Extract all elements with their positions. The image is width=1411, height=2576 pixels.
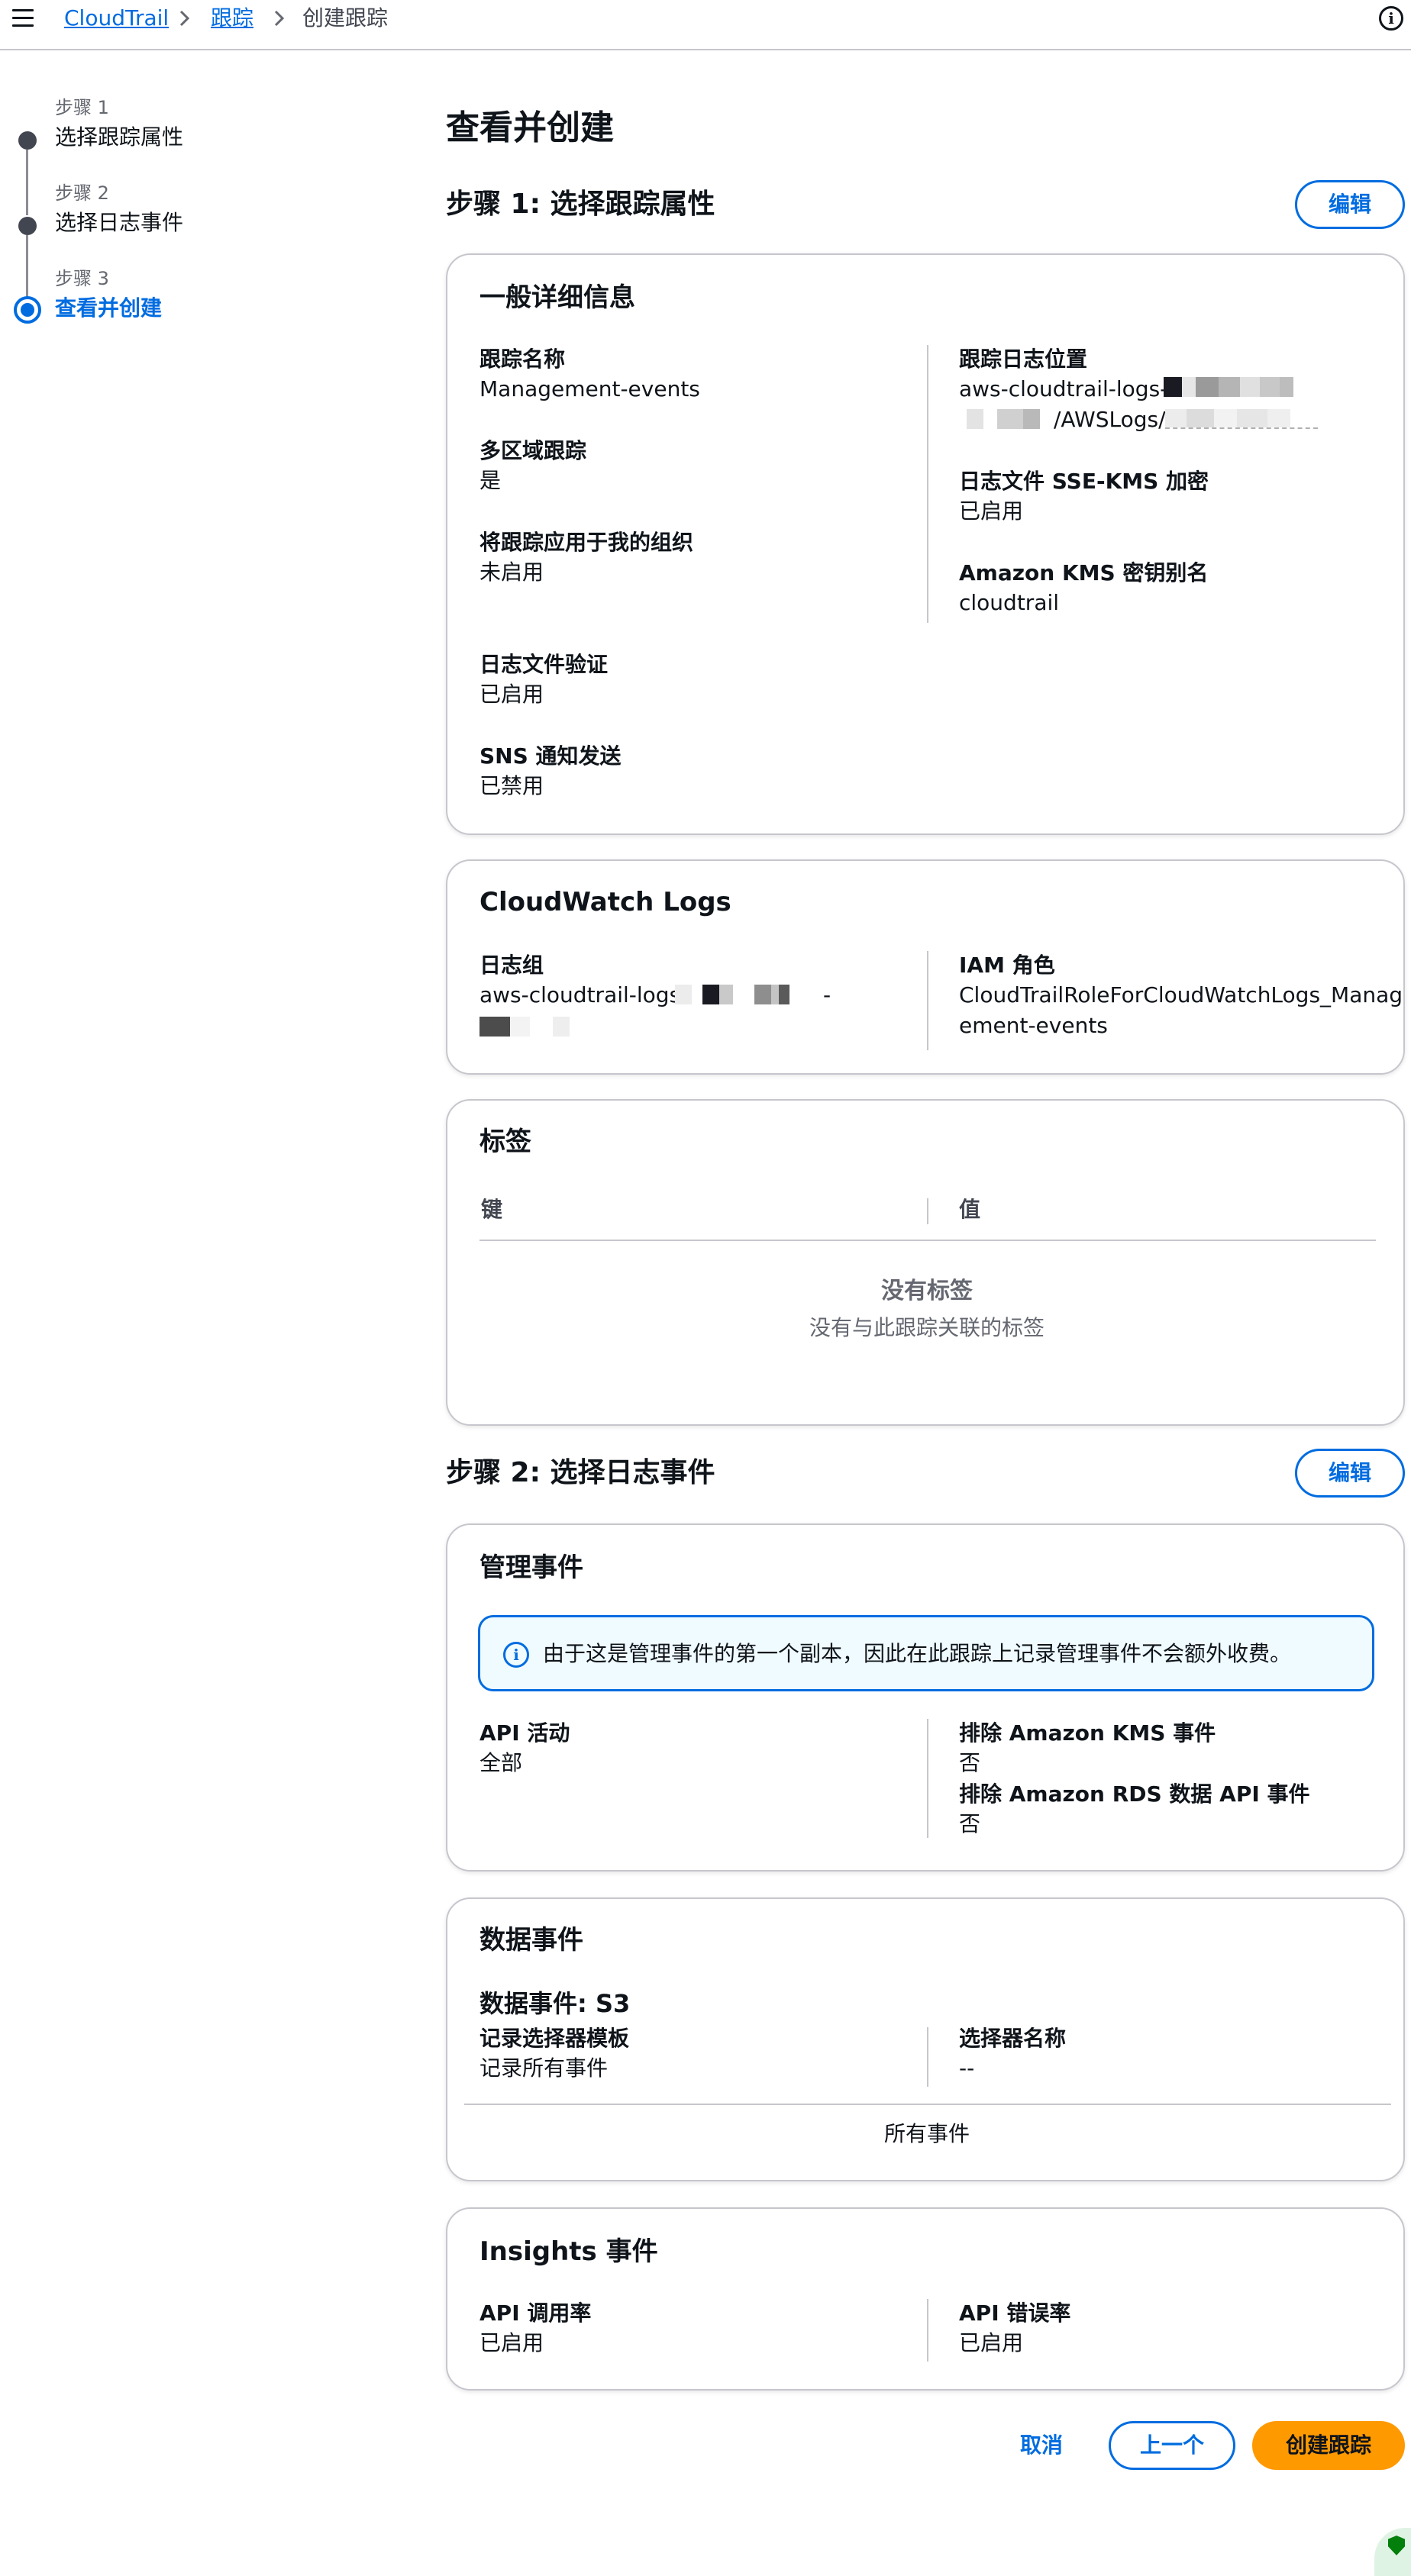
trail-name-label: 跟踪名称	[479, 347, 566, 372]
exclude-kms-label: 排除 Amazon KMS 事件	[959, 1720, 1216, 1746]
row-divider	[464, 2104, 1391, 2105]
breadcrumb-trails[interactable]: 跟踪	[211, 5, 253, 32]
step-3-number: 步骤 3	[55, 268, 109, 289]
cancel-button[interactable]: 取消	[1020, 2421, 1063, 2470]
chevron-right-icon	[274, 10, 285, 27]
card-title: CloudWatch Logs	[479, 887, 731, 917]
selector-name-label: 选择器名称	[959, 2026, 1067, 2051]
log-validation-label: 日志文件验证	[479, 652, 609, 677]
sse-kms-value: 已启用	[959, 498, 1024, 524]
step-1-indicator	[18, 131, 37, 150]
table-header-divider	[479, 1240, 1376, 1241]
alert-message: 由于这是管理事件的第一个副本，因此在此跟踪上记录管理事件不会额外收费。	[543, 1641, 1292, 1666]
shield-icon[interactable]	[1374, 2528, 1411, 2576]
selector-template-label: 记录选择器模板	[479, 2026, 630, 2051]
data-events-subtitle: 数据事件: S3	[479, 1989, 631, 2018]
empty-state-description: 没有与此跟踪关联的标签	[809, 1315, 1045, 1340]
info-icon: i	[503, 1642, 529, 1668]
step-2-heading: 步骤 2: 选择日志事件	[446, 1457, 715, 1488]
column-divider	[927, 2027, 928, 2087]
redacted-text	[967, 409, 1040, 429]
log-location-label: 跟踪日志位置	[959, 347, 1088, 372]
menu-icon[interactable]	[12, 8, 35, 29]
sns-label: SNS 通知发送	[479, 743, 622, 769]
step-connector	[26, 150, 28, 215]
selector-template-value: 记录所有事件	[479, 2055, 609, 2081]
info-icon[interactable]: i	[1379, 6, 1403, 31]
sse-kms-label: 日志文件 SSE-KMS 加密	[959, 469, 1209, 494]
step-2-indicator	[18, 217, 37, 235]
step-1-link[interactable]: 选择跟踪属性	[55, 124, 183, 151]
iam-role-line-2: ement-events	[959, 1013, 1108, 1038]
edit-step-2-button[interactable]: 编辑	[1295, 1449, 1405, 1498]
info-alert: i 由于这是管理事件的第一个副本，因此在此跟踪上记录管理事件不会额外收费。	[478, 1615, 1374, 1691]
redacted-text	[479, 1017, 570, 1037]
card-title: Insights 事件	[479, 2236, 658, 2267]
tags-column-value: 值	[959, 1197, 981, 1222]
redacted-text	[675, 985, 825, 1004]
card-title: 一般详细信息	[479, 282, 635, 313]
exclude-kms-value: 否	[959, 1750, 981, 1775]
api-error-rate-label: API 错误率	[959, 2300, 1071, 2326]
step-2-link[interactable]: 选择日志事件	[55, 209, 183, 237]
card-title: 数据事件	[479, 1925, 583, 1955]
log-validation-value: 已启用	[479, 682, 544, 707]
all-events-text: 所有事件	[883, 2121, 970, 2146]
column-divider	[927, 1198, 928, 1224]
iam-role-label: IAM 角色	[959, 953, 1055, 978]
multi-region-value: 是	[479, 468, 502, 493]
selector-name-value: --	[959, 2055, 975, 2081]
tags-column-key: 键	[481, 1197, 503, 1222]
management-events-card: 管理事件 i 由于这是管理事件的第一个副本，因此在此跟踪上记录管理事件不会额外收…	[446, 1523, 1405, 1872]
trail-name-value: Management-events	[479, 376, 700, 401]
log-group-label: 日志组	[479, 953, 544, 978]
step-3-indicator	[14, 296, 41, 324]
exclude-rds-label: 排除 Amazon RDS 数据 API 事件	[959, 1781, 1310, 1807]
log-location-line-1: aws-cloudtrail-logs-	[959, 376, 1168, 401]
step-connector	[26, 235, 28, 301]
org-value: 未启用	[479, 559, 544, 585]
log-group-value: aws-cloudtrail-logs-	[479, 982, 689, 1008]
step-3-current: 查看并创建	[55, 295, 163, 321]
tags-card: 标签 键 值 没有标签 没有与此跟踪关联的标签	[446, 1099, 1405, 1426]
step-1-number: 步骤 1	[55, 97, 109, 118]
org-label: 将跟踪应用于我的组织	[479, 530, 694, 555]
data-events-card: 数据事件 数据事件: S3 记录选择器模板 记录所有事件 选择器名称 -- 所有…	[446, 1897, 1405, 2181]
top-navigation: CloudTrail 跟踪 创建跟踪 i	[0, 0, 1411, 50]
kms-alias-value: cloudtrail	[959, 590, 1060, 615]
column-divider	[927, 951, 928, 1050]
iam-role-line-1: CloudTrailRoleForCloudWatchLogs_Manag	[959, 982, 1403, 1008]
log-location-line-2: /AWSLogs/	[1054, 407, 1166, 432]
page-title: 查看并创建	[446, 108, 614, 147]
column-divider	[927, 345, 928, 623]
previous-button[interactable]: 上一个	[1109, 2421, 1235, 2470]
step-2-number: 步骤 2	[55, 182, 109, 204]
column-divider	[927, 1719, 928, 1838]
api-call-rate-label: API 调用率	[479, 2300, 592, 2326]
api-error-rate-value: 已启用	[959, 2330, 1024, 2355]
edit-step-1-button[interactable]: 编辑	[1295, 180, 1405, 229]
breadcrumb-current: 创建跟踪	[302, 5, 389, 31]
multi-region-label: 多区域跟踪	[479, 438, 587, 463]
kms-alias-label: Amazon KMS 密钥别名	[959, 560, 1209, 585]
redacted-text	[1165, 409, 1318, 429]
log-group-suffix: -	[823, 982, 831, 1008]
sns-value: 已禁用	[479, 773, 544, 798]
step-1-heading: 步骤 1: 选择跟踪属性	[446, 189, 715, 220]
api-activity-value: 全部	[479, 1750, 523, 1775]
breadcrumb-cloudtrail[interactable]: CloudTrail	[64, 5, 169, 32]
api-call-rate-value: 已启用	[479, 2330, 544, 2355]
empty-state-title: 没有标签	[881, 1278, 973, 1304]
column-divider	[927, 2299, 928, 2362]
create-trail-button[interactable]: 创建跟踪	[1252, 2421, 1405, 2470]
exclude-rds-value: 否	[959, 1811, 981, 1836]
card-title: 管理事件	[479, 1552, 583, 1583]
api-activity-label: API 活动	[479, 1720, 570, 1746]
chevron-right-icon	[179, 10, 190, 27]
redacted-text	[1164, 377, 1313, 397]
general-details-card: 一般详细信息 跟踪名称 Management-events 多区域跟踪 是 将跟…	[446, 253, 1405, 835]
cloudwatch-logs-card: CloudWatch Logs 日志组 aws-cloudtrail-logs-…	[446, 859, 1405, 1075]
insights-events-card: Insights 事件 API 调用率 已启用 API 错误率 已启用	[446, 2207, 1405, 2391]
card-title: 标签	[479, 1127, 531, 1157]
